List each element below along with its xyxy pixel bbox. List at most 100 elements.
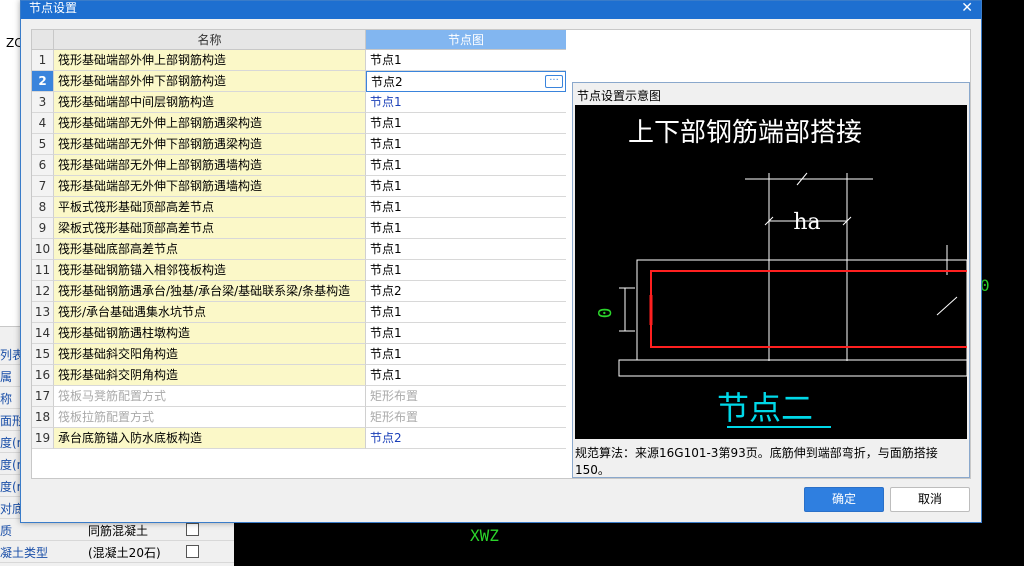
row-node-cell[interactable]: 节点1: [366, 50, 566, 71]
property-checkbox[interactable]: [186, 523, 199, 536]
table-row[interactable]: 17 筏板马凳筋配置方式 矩形布置: [32, 386, 566, 407]
row-number: 7: [32, 176, 54, 197]
diagram-cushion: [618, 359, 968, 377]
row-node-value: 节点1: [370, 242, 402, 256]
row-name: 筏形基础端部无外伸下部钢筋遇梁构造: [54, 134, 366, 155]
row-number: 3: [32, 92, 54, 113]
row-name: 承台底筋锚入防水底板构造: [54, 428, 366, 449]
row-node-cell[interactable]: 节点2 ···: [366, 71, 566, 92]
row-node-cell[interactable]: 节点1: [366, 365, 566, 386]
table-row[interactable]: 3 筏形基础端部中间层钢筋构造 节点1: [32, 92, 566, 113]
row-node-cell[interactable]: 节点1: [366, 92, 566, 113]
row-number: 19: [32, 428, 54, 449]
table-row[interactable]: 14 筏形基础钢筋遇柱墩构造 节点1: [32, 323, 566, 344]
row-node-value: 节点1: [370, 305, 402, 319]
node-settings-dialog: 节点设置 ✕ 名称 节点图 1 筏形基础端部外伸上部钢筋构造 节点1 2 筏形基础端部外…: [20, 0, 982, 523]
row-node-cell[interactable]: 矩形布置: [366, 386, 566, 407]
property-checkbox[interactable]: [186, 545, 199, 558]
row-node-value: 矩形布置: [370, 410, 419, 424]
table-row[interactable]: 7 筏形基础端部无外伸下部钢筋遇墙构造 节点1: [32, 176, 566, 197]
row-node-value: 节点1: [370, 116, 402, 130]
node-diagram-svg: 上下部钢筋端部搭接 ha 0 节点二: [595, 118, 968, 428]
row-node-cell[interactable]: 节点1: [366, 155, 566, 176]
row-node-cell[interactable]: 节点1: [366, 260, 566, 281]
row-node-cell[interactable]: 节点2: [366, 281, 566, 302]
row-number: 10: [32, 239, 54, 260]
diagram-dim-label: ha: [793, 210, 820, 235]
row-name: 筏形基础端部中间层钢筋构造: [54, 92, 366, 113]
row-node-cell[interactable]: 节点2: [366, 428, 566, 449]
row-number: 4: [32, 113, 54, 134]
table-row[interactable]: 19 承台底筋锚入防水底板构造 节点2: [32, 428, 566, 449]
row-name: 筏形基础底部高差节点: [54, 239, 366, 260]
table-row[interactable]: 13 筏形/承台基础遇集水坑节点 节点1: [32, 302, 566, 323]
row-node-value: 节点2: [370, 284, 402, 298]
row-node-cell[interactable]: 节点1: [366, 113, 566, 134]
ok-button[interactable]: 确定: [804, 487, 884, 512]
table-row[interactable]: 11 筏形基础钢筋锚入相邻筏板构造 节点1: [32, 260, 566, 281]
table-row[interactable]: 10 筏形基础底部高差节点 节点1: [32, 239, 566, 260]
column-header-node[interactable]: 节点图: [366, 30, 566, 50]
column-header-name: 名称: [54, 30, 366, 50]
row-number: 14: [32, 323, 54, 344]
row-number: 17: [32, 386, 54, 407]
row-number: 13: [32, 302, 54, 323]
row-node-cell[interactable]: 节点1: [366, 302, 566, 323]
dialog-titlebar[interactable]: 节点设置 ✕: [21, 0, 981, 19]
table-row[interactable]: 9 梁板式筏形基础顶部高差节点 节点1: [32, 218, 566, 239]
row-number: 18: [32, 407, 54, 428]
node-diagram: 上下部钢筋端部搭接 ha 0 节点二: [575, 105, 968, 439]
row-node-cell[interactable]: 节点1: [366, 323, 566, 344]
diagram-rebar: [650, 270, 967, 348]
table-row[interactable]: 6 筏形基础端部无外伸上部钢筋遇墙构造 节点1: [32, 155, 566, 176]
row-node-cell[interactable]: 节点1: [366, 239, 566, 260]
row-node-cell[interactable]: 矩形布置: [366, 407, 566, 428]
preview-title: 节点设置示意图: [577, 89, 662, 103]
table-row[interactable]: 18 筏板拉筋配置方式 矩形布置: [32, 407, 566, 428]
row-node-value: 节点1: [370, 347, 402, 361]
row-node-value: 节点2: [370, 431, 402, 445]
row-name: 筏形基础端部外伸上部钢筋构造: [54, 50, 366, 71]
row-node-value: 节点1: [370, 326, 402, 340]
row-node-value: 节点1: [370, 263, 402, 277]
table-row[interactable]: 1 筏形基础端部外伸上部钢筋构造 节点1: [32, 50, 566, 71]
row-node-value: 节点2: [371, 75, 403, 89]
cad-label-xwz: XWZ: [470, 526, 499, 545]
table-row[interactable]: 15 筏形基础斜交阳角构造 节点1: [32, 344, 566, 365]
table-row[interactable]: 16 筏形基础斜交阴角构造 节点1: [32, 365, 566, 386]
row-name: 筏形基础钢筋遇承台/独基/承台梁/基础联系梁/条基构造: [54, 281, 366, 302]
row-node-cell[interactable]: 节点1: [366, 344, 566, 365]
row-name: 平板式筏形基础顶部高差节点: [54, 197, 366, 218]
row-name: 筏板马凳筋配置方式: [54, 386, 366, 407]
row-name: 筏板拉筋配置方式: [54, 407, 366, 428]
row-node-cell[interactable]: 节点1: [366, 197, 566, 218]
row-node-cell[interactable]: 节点1: [366, 218, 566, 239]
table-row[interactable]: 4 筏形基础端部无外伸上部钢筋遇梁构造 节点1: [32, 113, 566, 134]
table-row[interactable]: 12 筏形基础钢筋遇承台/独基/承台梁/基础联系梁/条基构造 节点2: [32, 281, 566, 302]
table-row[interactable]: 8 平板式筏形基础顶部高差节点 节点1: [32, 197, 566, 218]
row-node-value: 节点1: [370, 95, 402, 109]
row-name: 筏形基础端部外伸下部钢筋构造: [54, 71, 366, 92]
table-row[interactable]: 2 筏形基础端部外伸下部钢筋构造 节点2 ···: [32, 71, 566, 92]
more-icon[interactable]: ···: [545, 75, 563, 88]
table-row[interactable]: 5 筏形基础端部无外伸下部钢筋遇梁构造 节点1: [32, 134, 566, 155]
row-node-value: 节点1: [370, 368, 402, 382]
row-name: 筏形基础斜交阳角构造: [54, 344, 366, 365]
cancel-button[interactable]: 取消: [890, 487, 970, 512]
row-name: 筏形基础端部无外伸上部钢筋遇梁构造: [54, 113, 366, 134]
row-node-value: 节点1: [370, 179, 402, 193]
row-number: 2: [32, 71, 54, 92]
close-icon[interactable]: ✕: [961, 0, 973, 17]
row-node-cell[interactable]: 节点1: [366, 134, 566, 155]
row-node-value: 节点1: [370, 53, 402, 67]
row-number: 11: [32, 260, 54, 281]
row-number: 1: [32, 50, 54, 71]
row-name: 筏形基础端部无外伸下部钢筋遇墙构造: [54, 176, 366, 197]
row-node-cell[interactable]: 节点1: [366, 176, 566, 197]
row-node-value: 节点1: [370, 158, 402, 172]
row-number: 15: [32, 344, 54, 365]
table-header: 名称 节点图: [32, 30, 566, 50]
row-number: 12: [32, 281, 54, 302]
property-row: 凝土类型 (混凝土20石): [0, 541, 234, 563]
row-name: 筏形基础钢筋锚入相邻筏板构造: [54, 260, 366, 281]
